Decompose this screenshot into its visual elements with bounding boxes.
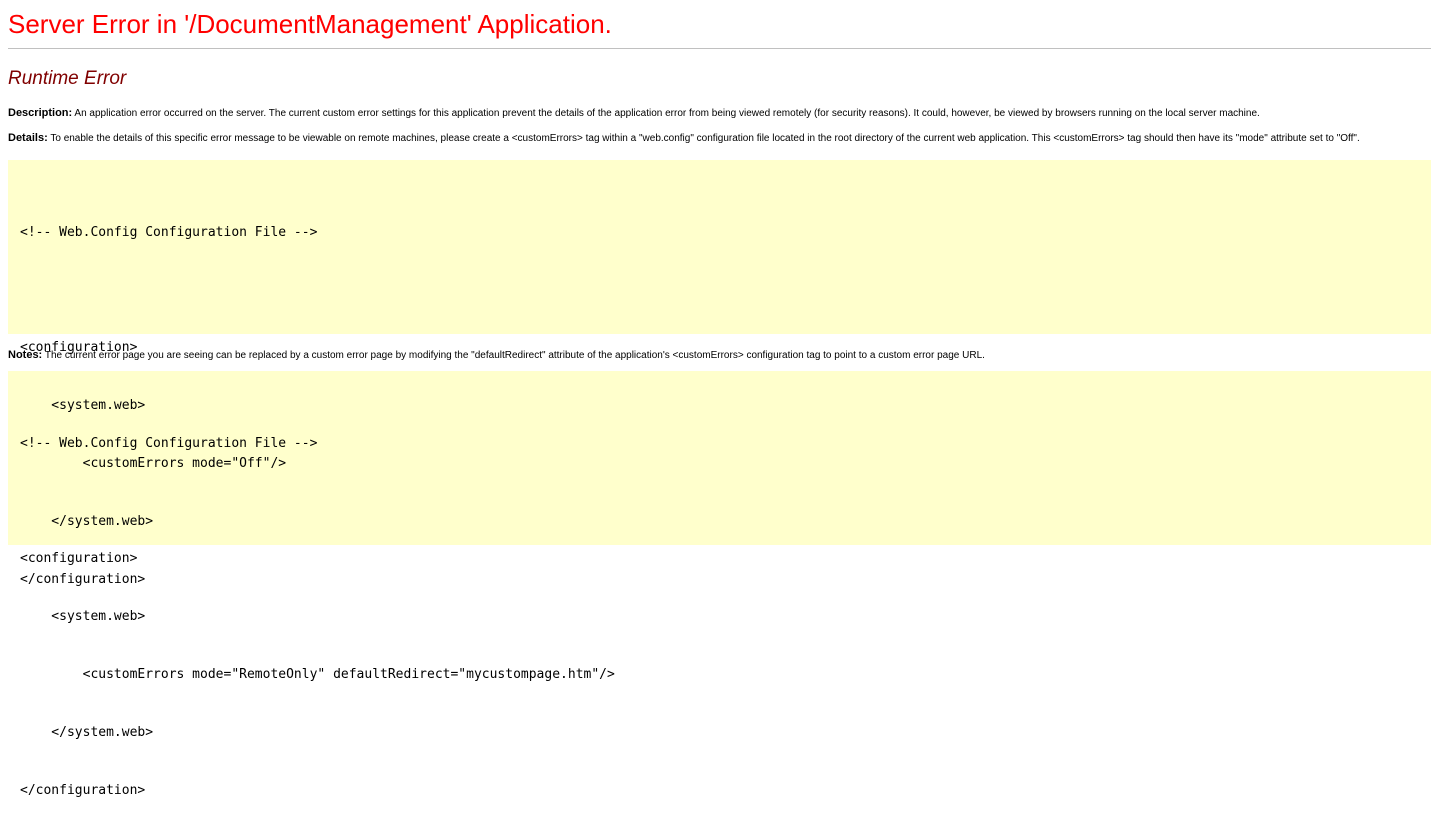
title-divider <box>8 48 1431 49</box>
details-text: To enable the details of this specific e… <box>47 133 1360 144</box>
code-line: <!-- Web.Config Configuration File --> <box>20 224 318 240</box>
description-label: Description: <box>8 107 73 119</box>
description-text: An application error occurred on the ser… <box>72 108 1260 119</box>
details-label: Details: <box>8 132 48 144</box>
code-line: <!-- Web.Config Configuration File --> <box>20 435 318 451</box>
error-type-heading: Runtime Error <box>8 68 127 89</box>
code-line: <system.web> <box>20 609 146 625</box>
notes-text: The current error page you are seeing ca… <box>42 350 985 361</box>
error-page: Server Error in '/DocumentManagement' Ap… <box>0 0 1439 798</box>
code-line: </system.web> <box>20 725 154 741</box>
code-line: <configuration> <box>20 551 138 567</box>
notes-label: Notes: <box>8 349 43 361</box>
description-paragraph: Description: An application error occurr… <box>8 107 1431 120</box>
code-line: <customErrors mode="RemoteOnly" defaultR… <box>20 667 615 683</box>
details-paragraph: Details: To enable the details of this s… <box>8 132 1431 145</box>
code-line: </configuration> <box>20 782 146 798</box>
page-title: Server Error in '/DocumentManagement' Ap… <box>8 9 612 39</box>
config-code-block-off: <!-- Web.Config Configuration File --> <… <box>8 160 1431 587</box>
notes-paragraph: Notes: The current error page you are se… <box>8 349 1431 362</box>
